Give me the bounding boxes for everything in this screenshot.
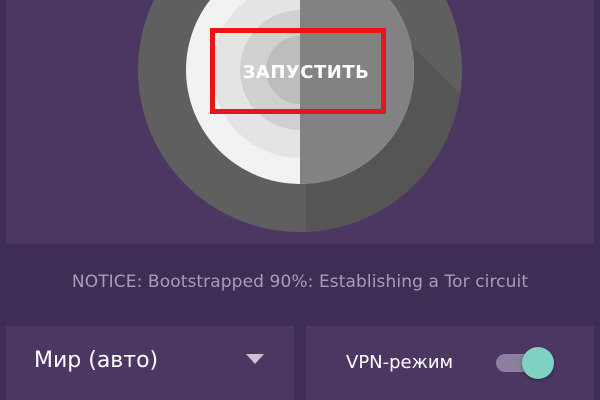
region-card: Мир (авто)	[6, 326, 294, 400]
vpn-mode-label: VPN-режим	[346, 352, 454, 373]
region-dropdown[interactable]: Мир (авто)	[6, 326, 294, 400]
region-selected-value: Мир (авто)	[34, 348, 159, 373]
vpn-mode-toggle[interactable]	[492, 346, 554, 380]
start-button[interactable]: ЗАПУСТИТЬ	[218, 32, 394, 112]
start-panel: ЗАПУСТИТЬ	[6, 0, 594, 244]
toggle-knob	[522, 347, 554, 379]
status-message: NOTICE: Bootstrapped 90%: Establishing a…	[71, 272, 529, 292]
caret-down-icon	[246, 354, 264, 364]
vpn-card: VPN-режим	[306, 326, 594, 400]
